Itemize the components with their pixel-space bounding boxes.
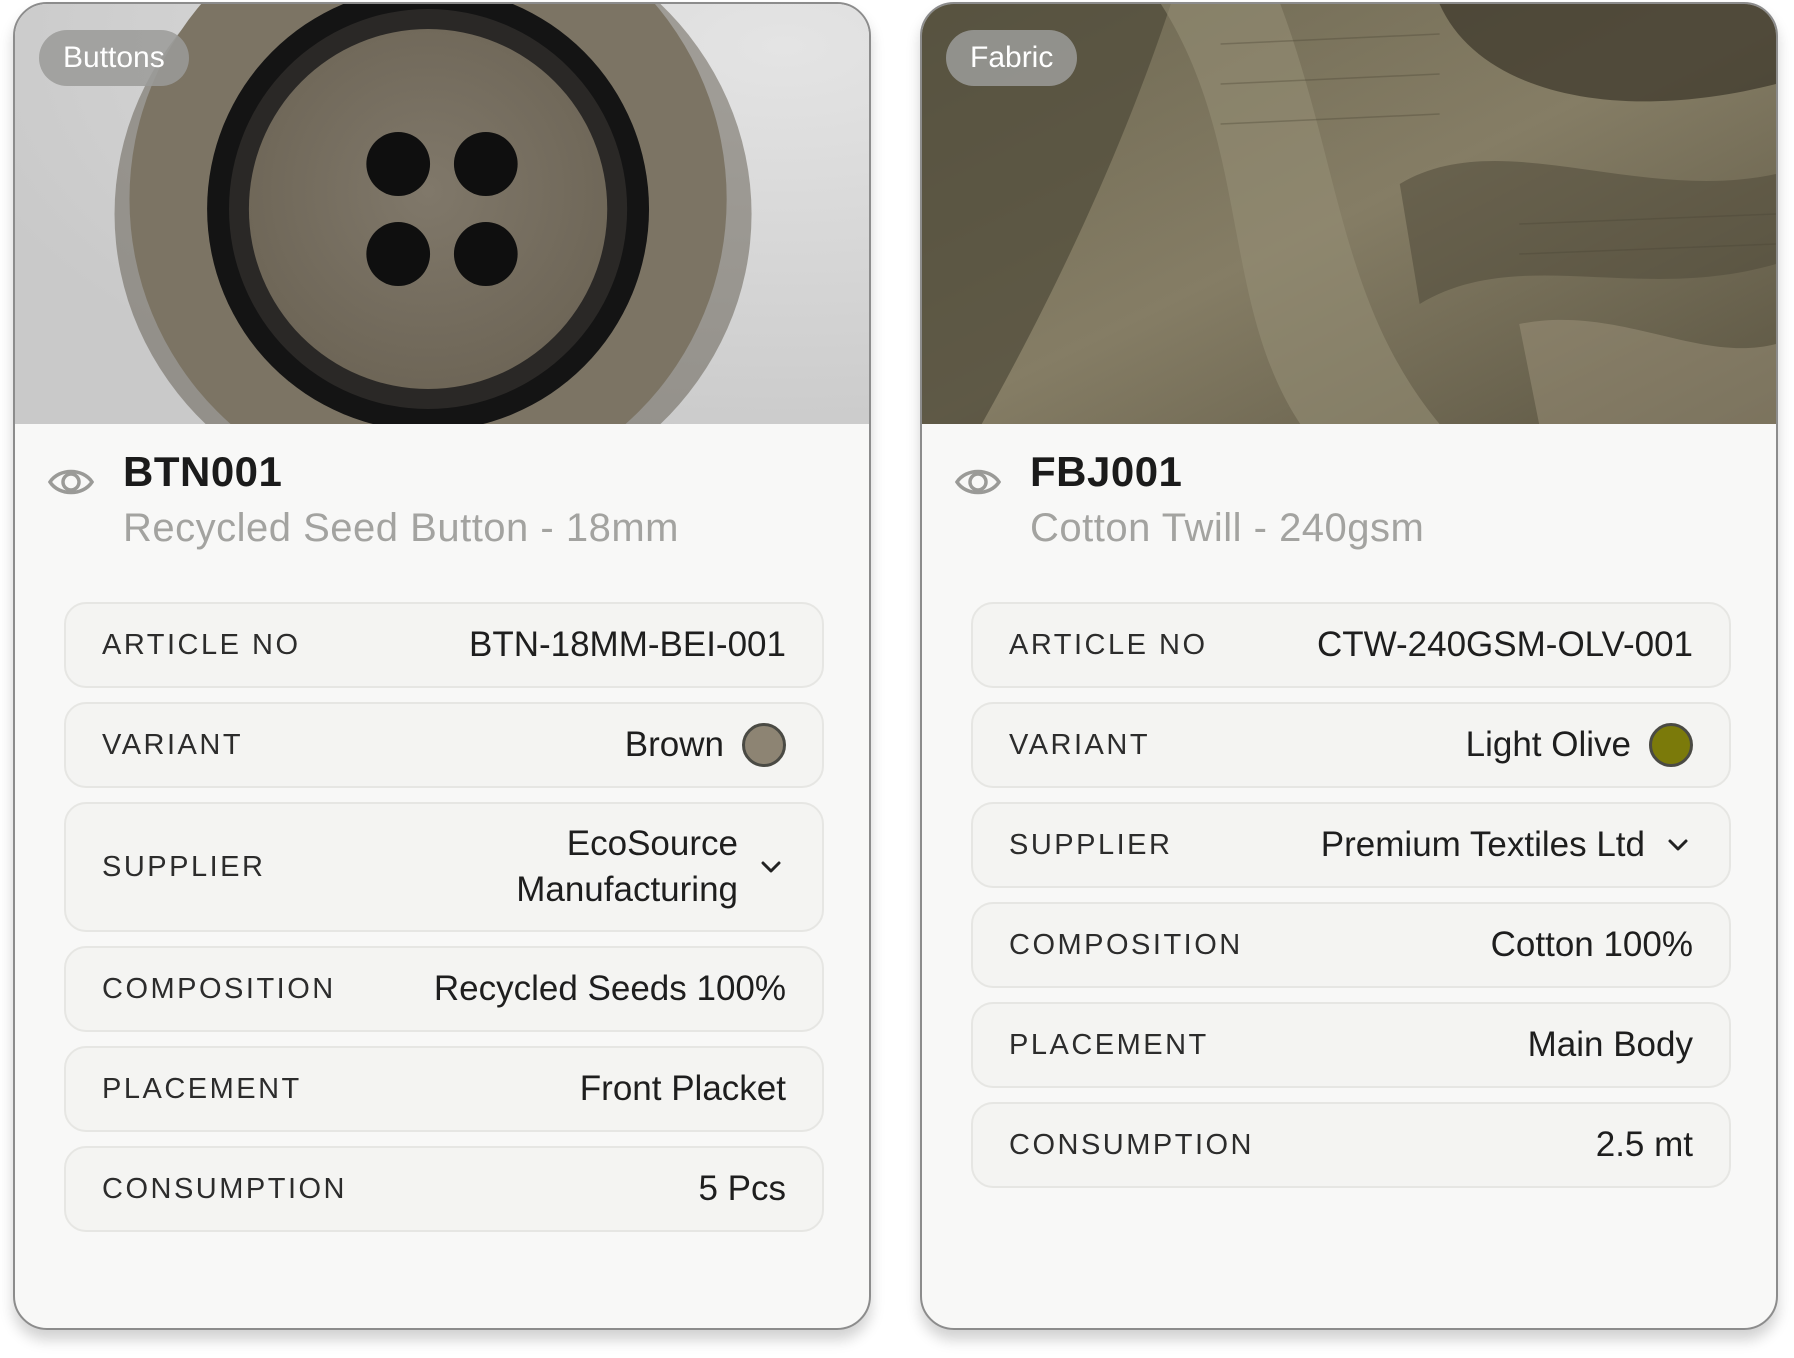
card-header: FBJ001 Cotton Twill - 240gsm (922, 424, 1776, 594)
article-no-row: ARTICLE NO BTN-18MM-BEI-001 (64, 602, 824, 688)
item-name: Cotton Twill - 240gsm (1030, 506, 1425, 550)
placement-value: Main Body (1527, 1025, 1693, 1064)
composition-label: COMPOSITION (102, 972, 336, 1005)
article-no-value: BTN-18MM-BEI-001 (468, 625, 786, 664)
composition-label: COMPOSITION (1009, 928, 1243, 961)
composition-row: COMPOSITION Cotton 100% (971, 902, 1731, 988)
material-card[interactable]: Fabric FBJ001 Cotton Twill - 240gsm ARTI… (920, 2, 1778, 1330)
variant-value: Light Olive (1465, 725, 1631, 764)
supplier-value: Premium Textiles Ltd (1320, 825, 1645, 864)
composition-value: Recycled Seeds 100% (433, 969, 786, 1008)
item-code: BTN001 (123, 448, 283, 495)
chevron-down-icon[interactable] (756, 852, 786, 882)
consumption-value: 2.5 mt (1595, 1125, 1693, 1164)
supplier-label: SUPPLIER (102, 850, 266, 883)
attribute-list: ARTICLE NO BTN-18MM-BEI-001 VARIANT Brow… (64, 602, 824, 1246)
placement-label: PLACEMENT (1009, 1028, 1209, 1061)
composition-row: COMPOSITION Recycled Seeds 100% (64, 946, 824, 1032)
variant-value: Brown (624, 725, 724, 764)
fabric-photo: Fabric (922, 4, 1776, 424)
article-no-label: ARTICLE NO (1009, 628, 1208, 661)
article-no-value: CTW-240GSM-OLV-001 (1316, 625, 1693, 664)
chevron-down-icon[interactable] (1663, 830, 1693, 860)
supplier-label: SUPPLIER (1009, 828, 1173, 861)
eye-icon[interactable] (954, 458, 1002, 506)
composition-value: Cotton 100% (1490, 925, 1693, 964)
article-no-row: ARTICLE NO CTW-240GSM-OLV-001 (971, 602, 1731, 688)
placement-row: PLACEMENT Main Body (971, 1002, 1731, 1088)
consumption-label: CONSUMPTION (102, 1172, 347, 1205)
consumption-value: 5 Pcs (698, 1169, 786, 1208)
placement-value: Front Placket (579, 1069, 786, 1108)
consumption-row: CONSUMPTION 2.5 mt (971, 1102, 1731, 1188)
attribute-list: ARTICLE NO CTW-240GSM-OLV-001 VARIANT Li… (971, 602, 1731, 1202)
variant-color-swatch (1649, 723, 1693, 767)
item-name: Recycled Seed Button - 18mm (123, 506, 679, 550)
article-no-label: ARTICLE NO (102, 628, 301, 661)
placement-row: PLACEMENT Front Placket (64, 1046, 824, 1132)
supplier-select[interactable]: SUPPLIER Premium Textiles Ltd (971, 802, 1731, 888)
supplier-value: EcoSource Manufacturing (516, 824, 738, 909)
variant-color-swatch (742, 723, 786, 767)
consumption-row: CONSUMPTION 5 Pcs (64, 1146, 824, 1232)
variant-row: VARIANT Light Olive (971, 702, 1731, 788)
placement-label: PLACEMENT (102, 1072, 302, 1105)
variant-row: VARIANT Brown (64, 702, 824, 788)
category-chip: Buttons (39, 30, 189, 86)
eye-icon[interactable] (47, 458, 95, 506)
category-chip: Fabric (946, 30, 1078, 86)
material-card[interactable]: Buttons BTN001 Recycled Seed Button - 18… (13, 2, 871, 1330)
item-code: FBJ001 (1030, 448, 1183, 495)
variant-label: VARIANT (102, 728, 244, 761)
card-header: BTN001 Recycled Seed Button - 18mm (15, 424, 869, 594)
variant-label: VARIANT (1009, 728, 1151, 761)
button-photo: Buttons (15, 4, 869, 424)
consumption-label: CONSUMPTION (1009, 1128, 1254, 1161)
supplier-select[interactable]: SUPPLIER EcoSource Manufacturing (64, 802, 824, 932)
